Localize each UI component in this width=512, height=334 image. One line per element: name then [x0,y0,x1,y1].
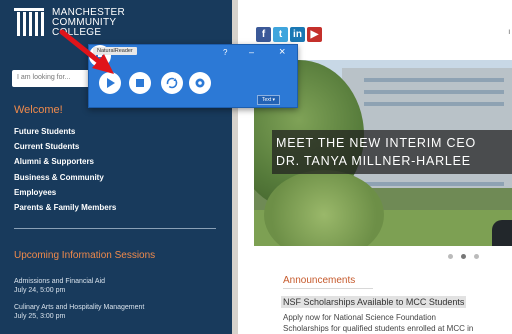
announcements-divider [283,288,373,289]
twitter-icon[interactable]: t [273,27,288,42]
announcement-body: Scholarships for qualified students enro… [283,324,474,333]
search-input[interactable]: I am looking for... [12,70,90,87]
play-button[interactable] [99,72,121,94]
carousel-dot[interactable] [448,254,453,259]
sync-button[interactable] [161,72,183,94]
nav-item-employees[interactable]: Employees [14,185,116,200]
reader-toolbar[interactable]: NaturalReader ? – × Text ▾ [88,44,298,108]
gear-icon [195,78,205,88]
audience-nav: Future Students Current Students Alumni … [14,124,116,215]
carousel-dot[interactable] [474,254,479,259]
social-links: f t in ▶ [256,27,322,42]
nav-item-alumni-supporters[interactable]: Alumni & Supporters [14,154,116,169]
person-image [492,220,512,246]
hero-title: MEET THE NEW INTERIM CEO [276,136,476,150]
text-dropdown[interactable]: Text ▾ [257,95,281,105]
youtube-icon[interactable]: ▶ [307,27,322,42]
play-icon [107,78,115,88]
announcements-heading: Announcements [283,275,356,286]
list-item[interactable]: Culinary Arts and Hospitality Management… [14,304,144,320]
college-logo-icon [14,8,46,38]
nav-item-current-students[interactable]: Current Students [14,139,116,154]
college-logo[interactable]: MANCHESTER COMMUNITY COLLEGE [14,8,125,38]
top-link-cut[interactable]: I [508,30,510,36]
welcome-heading: Welcome! [14,104,63,116]
hero-subtitle: DR. TANYA MILLNER-HARLEE [276,154,471,168]
carousel-dot-active[interactable] [461,254,466,259]
carousel-dots [448,254,479,259]
announcement-body: Apply now for National Science Foundatio… [283,313,436,322]
stop-button[interactable] [129,72,151,94]
sessions-heading: Upcoming Information Sessions [14,250,156,261]
event-title: Culinary Arts and Hospitality Management [14,304,145,311]
sessions-list: Admissions and Financial Aid July 24, 5:… [14,278,144,330]
settings-button[interactable] [189,72,211,94]
list-item[interactable]: Admissions and Financial Aid July 24, 5:… [14,278,144,294]
nav-item-future-students[interactable]: Future Students [14,124,116,139]
nav-item-parents-family[interactable]: Parents & Family Members [14,200,116,215]
college-name: MANCHESTER COMMUNITY COLLEGE [52,7,126,38]
nav-item-business-community[interactable]: Business & Community [14,170,116,185]
help-icon[interactable]: ? [223,48,227,57]
facebook-icon[interactable]: f [256,27,271,42]
event-date: July 25, 3:00 pm [14,313,66,320]
minimize-button[interactable]: – [249,47,254,57]
close-button[interactable]: × [279,46,285,58]
announcement-link[interactable]: NSF Scholarships Available to MCC Studen… [281,296,467,308]
event-title: Admissions and Financial Aid [14,278,106,285]
event-date: July 24, 5:00 pm [14,287,66,294]
reader-title: NaturalReader [93,47,137,55]
stop-icon [136,79,144,87]
sync-icon [166,77,178,89]
sidebar-divider [14,228,216,229]
linkedin-icon[interactable]: in [290,27,305,42]
